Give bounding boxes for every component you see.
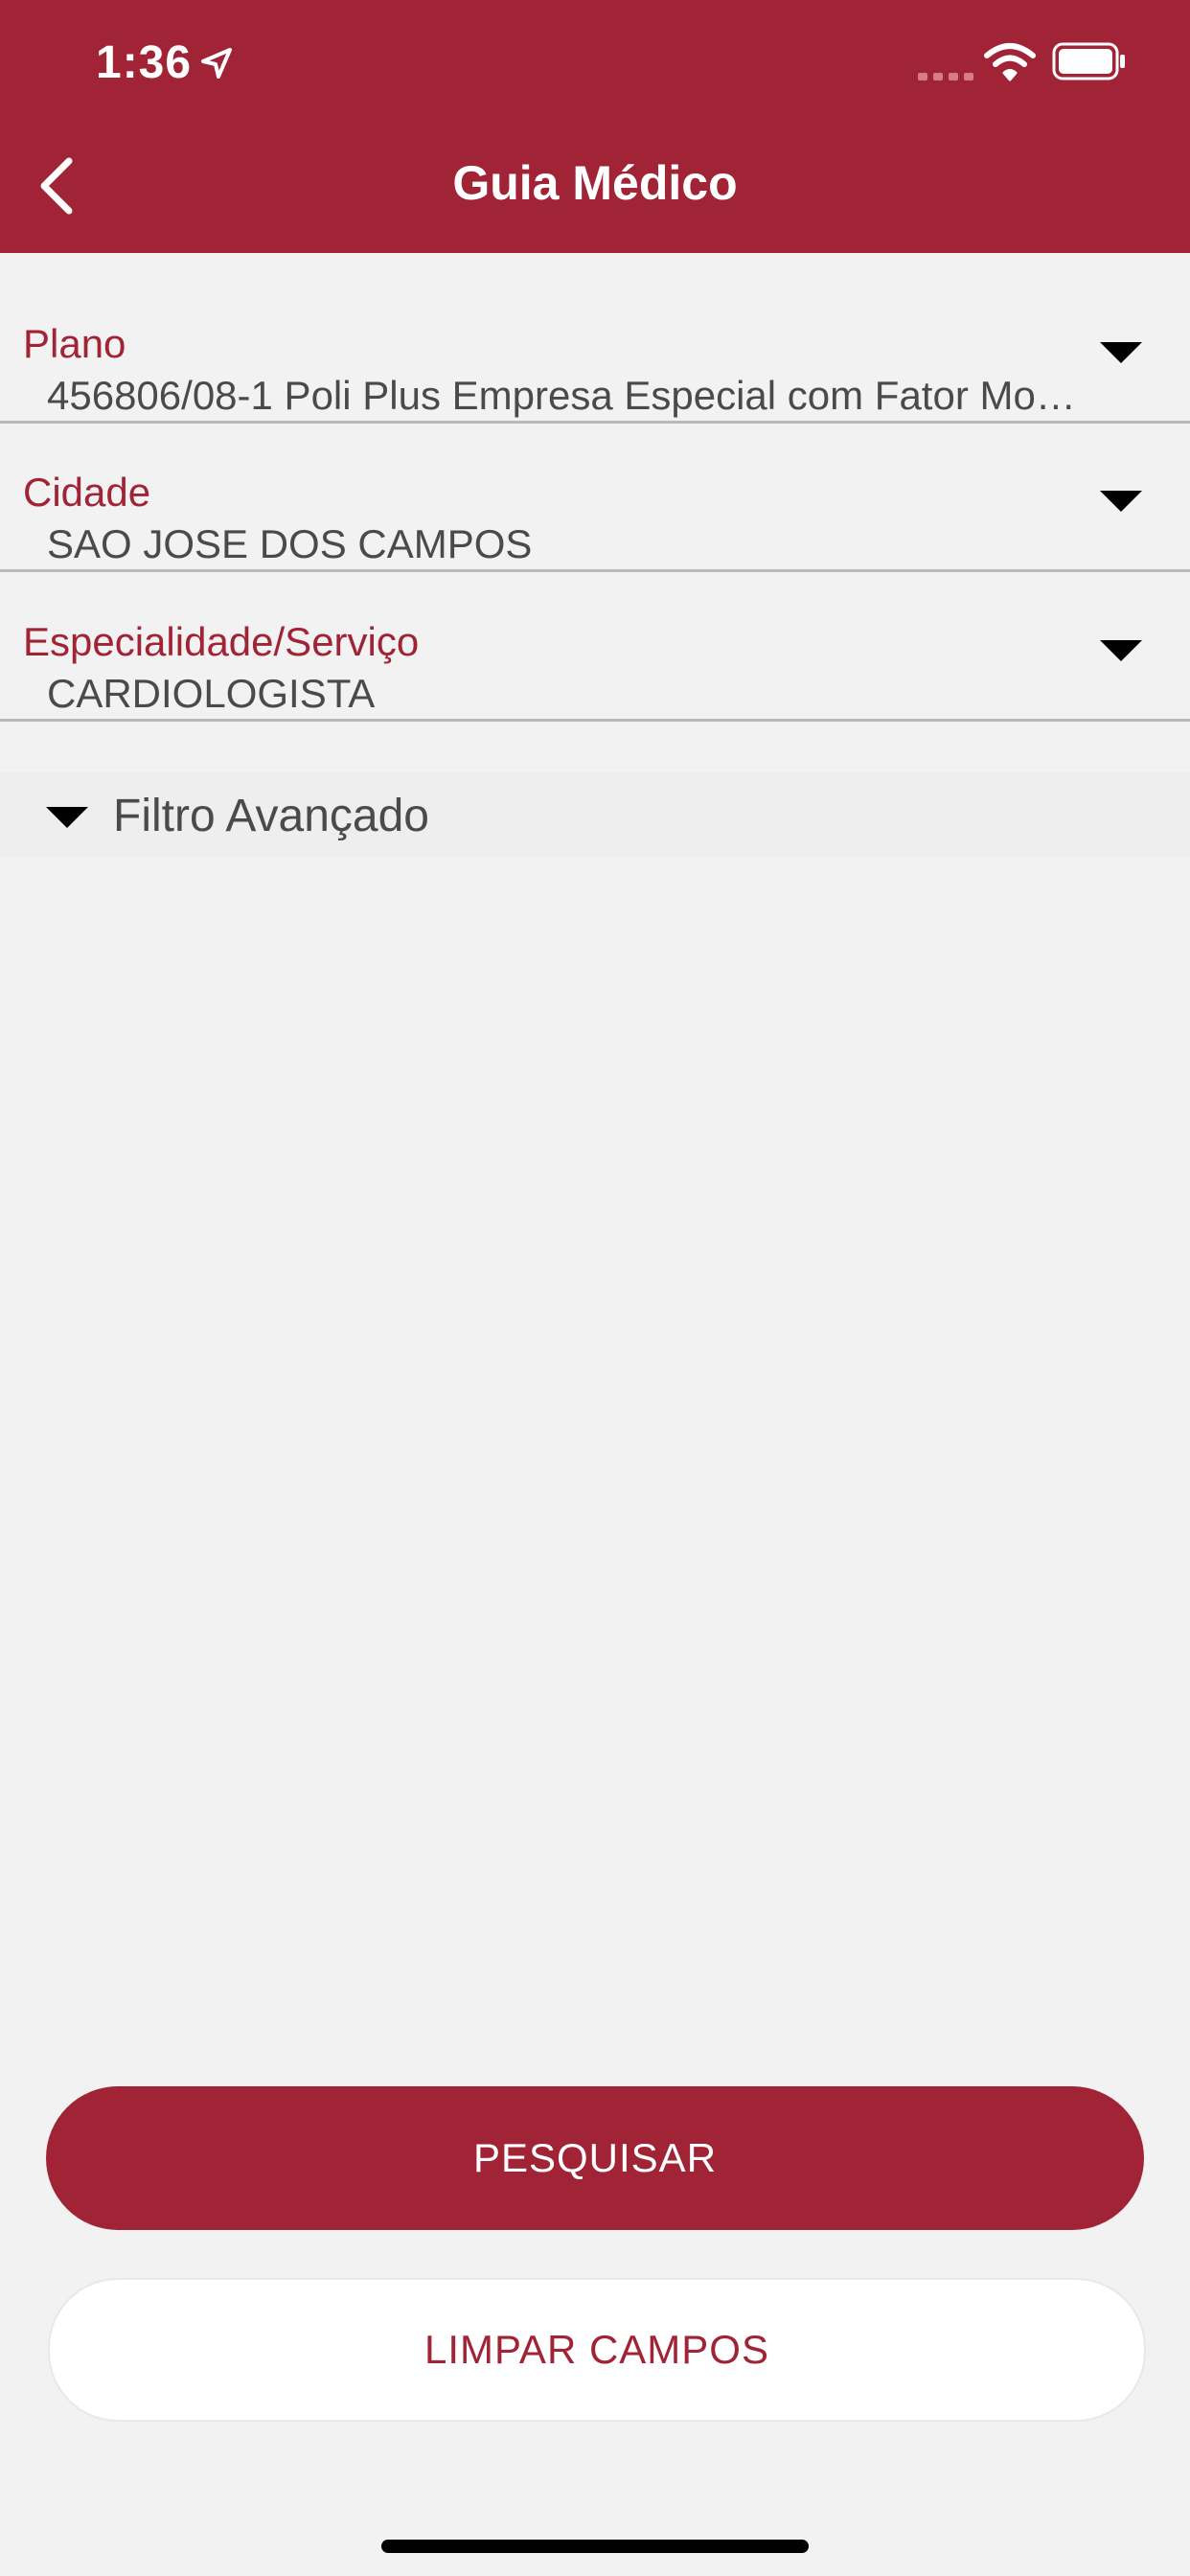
- page-title: Guia Médico: [452, 156, 738, 210]
- advanced-filter-label: Filtro Avançado: [113, 791, 429, 841]
- plan-select[interactable]: Plano 456806/08-1 Poli Plus Empresa Espe…: [0, 275, 1190, 424]
- status-time: 1:36: [96, 37, 193, 88]
- plan-label: Plano: [23, 321, 126, 366]
- location-arrow-icon: [201, 48, 232, 79]
- search-button[interactable]: PESQUISAR: [46, 2086, 1144, 2230]
- specialty-select[interactable]: Especialidade/Serviço CARDIOLOGISTA: [0, 573, 1190, 722]
- caret-down-icon: [1100, 640, 1142, 661]
- clear-fields-button[interactable]: LIMPAR CAMPOS: [48, 2278, 1146, 2422]
- home-indicator[interactable]: [381, 2540, 809, 2553]
- city-select[interactable]: Cidade SAO JOSE DOS CAMPOS: [0, 424, 1190, 572]
- city-label: Cidade: [23, 470, 151, 515]
- caret-down-icon: [1100, 491, 1142, 512]
- battery-icon: [1052, 42, 1125, 80]
- plan-value: 456806/08-1 Poli Plus Empresa Especial c…: [47, 373, 1082, 418]
- city-value: SAO JOSE DOS CAMPOS: [47, 521, 533, 566]
- cellular-signal-icon: [918, 73, 973, 80]
- app-header: 1:36 Guia Médico: [0, 0, 1190, 253]
- caret-down-icon: [46, 807, 88, 828]
- advanced-filter-toggle[interactable]: Filtro Avançado: [0, 772, 1190, 857]
- caret-down-icon: [1100, 342, 1142, 363]
- wifi-icon: [984, 43, 1036, 81]
- specialty-label: Especialidade/Serviço: [23, 619, 420, 664]
- specialty-value: CARDIOLOGISTA: [47, 671, 376, 716]
